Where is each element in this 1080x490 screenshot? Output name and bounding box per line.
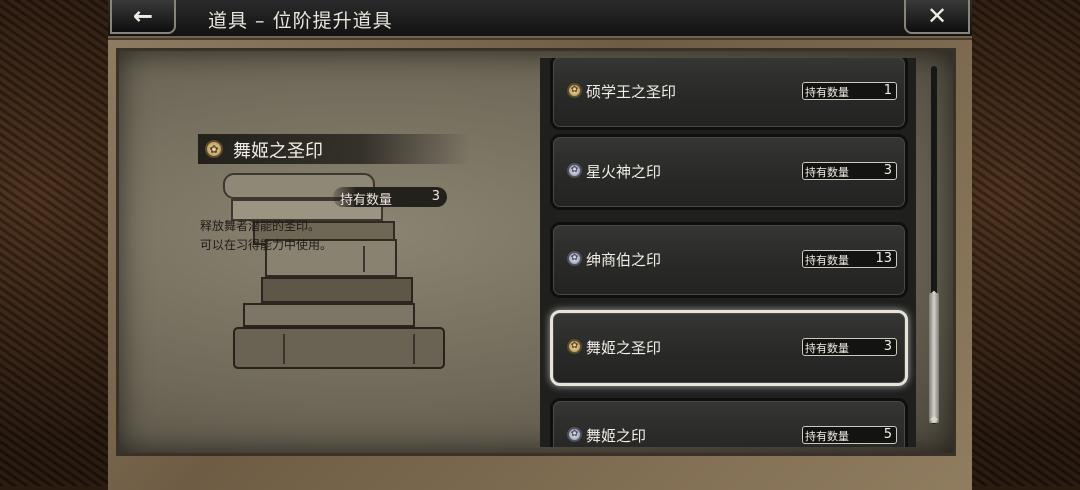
- item-name: 星火神之印: [586, 163, 662, 181]
- scrollbar-thumb[interactable]: [929, 293, 939, 423]
- item-name: 舞姬之圣印: [586, 339, 662, 357]
- count-label: 持有数量: [805, 166, 849, 179]
- gold-seal-icon: ✿: [567, 83, 582, 98]
- arrow-left-icon: ←: [132, 2, 154, 30]
- scroll-down-icon: ◆: [930, 414, 938, 425]
- detail-count-value: 3: [431, 189, 440, 204]
- left-wood-border: [0, 0, 108, 486]
- item-name: 绅商伯之印: [586, 251, 662, 269]
- count-label: 持有数量: [805, 342, 849, 355]
- list-item[interactable]: ✿ 硕学王之圣印 持有数量 1: [550, 58, 908, 130]
- count-label: 持有数量: [805, 86, 849, 99]
- count-value: 3: [883, 163, 892, 178]
- gold-seal-icon: ✿: [205, 140, 223, 158]
- silver-seal-icon: ✿: [567, 251, 582, 266]
- count-value: 1: [883, 83, 892, 98]
- right-wood-border: [972, 0, 1080, 486]
- item-name: 舞姬之印: [586, 427, 647, 445]
- back-button[interactable]: ←: [110, 0, 176, 34]
- close-button[interactable]: ✕: [904, 0, 970, 34]
- detail-description-line: 可以在习得能力中使用。: [200, 238, 333, 252]
- count-value: 3: [883, 339, 892, 354]
- list-item-selected[interactable]: ✿ 舞姬之圣印 持有数量 3: [550, 310, 908, 386]
- item-name: 硕学王之圣印: [586, 83, 677, 101]
- count-label: 持有数量: [805, 254, 849, 267]
- silver-seal-icon: ✿: [567, 427, 582, 442]
- page-title: 道具 – 位阶提升道具: [208, 10, 393, 32]
- count-value: 13: [875, 251, 892, 266]
- list-item[interactable]: ✿ 星火神之印 持有数量 3: [550, 134, 908, 210]
- list-item[interactable]: ✿ 绅商伯之印 持有数量 13: [550, 222, 908, 298]
- close-icon: ✕: [926, 2, 948, 30]
- detail-count-label: 持有数量: [340, 193, 393, 208]
- item-list[interactable]: ✿ 硕学王之圣印 持有数量 1 ✿ 星火神之印 持有数量 3 ✿ 绅商伯之印 持…: [540, 58, 916, 447]
- count-value: 5: [883, 427, 892, 442]
- silver-seal-icon: ✿: [567, 163, 582, 178]
- count-label: 持有数量: [805, 430, 849, 443]
- gold-seal-icon: ✿: [567, 339, 582, 354]
- detail-item-name: 舞姬之圣印: [233, 141, 323, 162]
- list-item[interactable]: ✿ 舞姬之印 持有数量 5: [550, 398, 908, 447]
- detail-description-line: 释放舞者潜能的圣印。: [200, 219, 321, 233]
